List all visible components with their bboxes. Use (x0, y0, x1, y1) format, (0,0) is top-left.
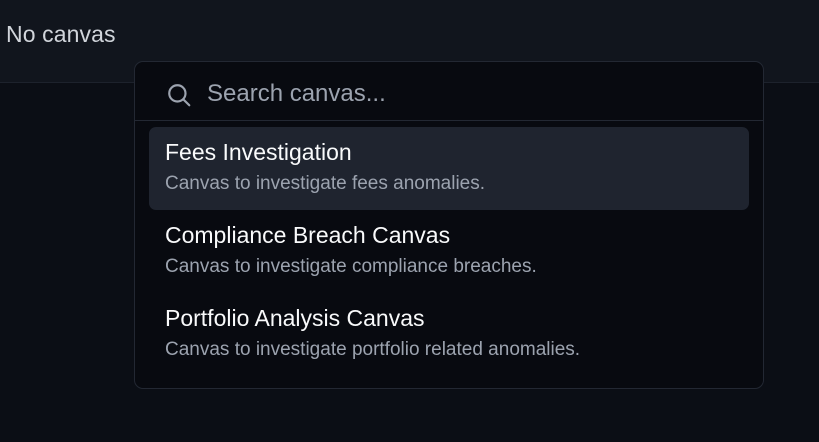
canvas-option-title: Portfolio Analysis Canvas (165, 305, 425, 331)
canvas-option-title: Compliance Breach Canvas (165, 222, 451, 248)
canvas-option-description: Canvas to investigate portfolio related … (165, 339, 581, 360)
canvas-selector-trigger[interactable]: No canvas (6, 19, 116, 49)
canvas-option-fees-investigation[interactable]: Fees Investigation Canvas to investigate… (149, 127, 749, 210)
canvas-option-portfolio-analysis[interactable]: Portfolio Analysis Canvas Canvas to inve… (149, 293, 749, 376)
canvas-option-compliance-breach[interactable]: Compliance Breach Canvas Canvas to inves… (149, 210, 749, 293)
canvas-list: Fees Investigation Canvas to investigate… (149, 127, 749, 376)
canvas-option-description: Canvas to investigate compliance breache… (165, 256, 537, 277)
canvas-option-title: Fees Investigation (165, 139, 352, 165)
search-input[interactable] (207, 77, 687, 111)
canvas-picker-popover: Fees Investigation Canvas to investigate… (134, 61, 764, 389)
search-icon (168, 84, 191, 107)
canvas-option-description: Canvas to investigate fees anomalies. (165, 173, 486, 194)
search-row (135, 62, 763, 121)
